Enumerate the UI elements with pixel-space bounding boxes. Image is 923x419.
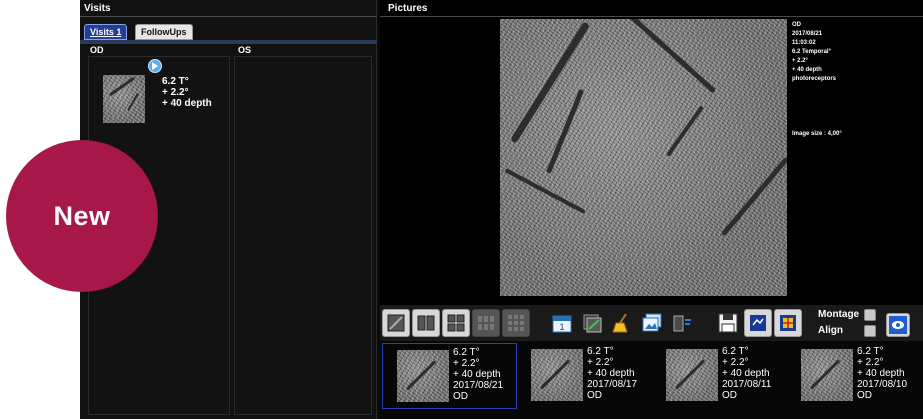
- main-retina-image[interactable]: [500, 19, 787, 296]
- od-visit-location: 6.2 T°: [162, 76, 189, 87]
- vessel-shape: [539, 359, 571, 390]
- vessel-shape: [720, 156, 787, 237]
- strip-eye: OD: [857, 390, 872, 401]
- report-icon[interactable]: [774, 309, 802, 337]
- strip-vertical: + 2.2°: [587, 357, 614, 368]
- strip-eye: OD: [722, 390, 737, 401]
- vessel-shape: [623, 19, 717, 94]
- layers-icon[interactable]: [578, 309, 606, 337]
- visits-title: Visits: [84, 3, 111, 14]
- strip-depth: + 40 depth: [453, 369, 501, 380]
- strip-date: 2017/08/21: [453, 380, 504, 391]
- pictures-toolbar: 1 Montage Align: [380, 305, 923, 341]
- pictures-title: Pictures: [388, 3, 428, 14]
- svg-text:1: 1: [559, 322, 564, 332]
- view-single-button[interactable]: [382, 309, 410, 337]
- strip-thumbnail: [666, 349, 718, 401]
- strip-thumbnail: [801, 349, 853, 401]
- new-badge: New: [6, 140, 158, 292]
- meta-eye: OD: [792, 22, 801, 28]
- tab-visits-1[interactable]: Visits 1: [84, 24, 128, 40]
- meta-location: 6.2 Temporal°: [792, 49, 831, 55]
- image-metadata: OD 2017/08/21 11:03:02 6.2 Temporal° + 2…: [792, 21, 836, 84]
- strip-item-info: 6.2 T° + 2.2° + 40 depth 2017/08/11 OD: [722, 346, 771, 401]
- strip-date: 2017/08/11: [722, 379, 772, 390]
- strip-depth: + 40 depth: [722, 368, 770, 379]
- vessel-shape: [545, 88, 585, 175]
- compare-icon[interactable]: [668, 309, 696, 337]
- strip-thumbnail: [531, 349, 583, 401]
- app-window: Visits Visits 1 FollowUps OD OS 6.2 T° +…: [80, 0, 923, 419]
- save-icon[interactable]: [714, 309, 742, 337]
- vessel-shape: [509, 21, 591, 144]
- calendar-icon[interactable]: 1: [548, 309, 576, 337]
- strip-eye: OD: [587, 390, 602, 401]
- tabs-underline: [80, 40, 377, 44]
- strip-item-1[interactable]: 6.2 T° + 2.2° + 40 depth 2017/08/21 OD: [382, 343, 517, 409]
- strip-vertical: + 2.2°: [453, 358, 480, 369]
- pictures-panel: Pictures OD 2017/08/21 11:03:02 6.2 Temp…: [380, 0, 923, 419]
- vessel-shape: [809, 359, 841, 390]
- image-size-label: Image size : 4,00°: [792, 131, 842, 137]
- meta-depth: + 40 depth: [792, 67, 822, 73]
- thumbnail-strip: 6.2 T° + 2.2° + 40 depth 2017/08/21 OD 6…: [380, 341, 923, 419]
- montage-toggle[interactable]: [864, 309, 876, 321]
- strip-thumbnail: [397, 350, 449, 402]
- flag-icon[interactable]: [147, 58, 163, 74]
- view-two-button[interactable]: [412, 309, 440, 337]
- strip-date: 2017/08/10: [857, 379, 908, 390]
- strip-item-info: 6.2 T° + 2.2° + 40 depth 2017/08/21 OD: [453, 347, 503, 402]
- strip-depth: + 40 depth: [587, 368, 635, 379]
- view-six-button[interactable]: [472, 309, 500, 337]
- strip-vertical: + 2.2°: [722, 357, 749, 368]
- vessel-shape: [666, 105, 704, 157]
- vessel-shape: [674, 359, 706, 390]
- strip-vertical: + 2.2°: [857, 357, 884, 368]
- strip-location: 6.2 T°: [857, 346, 884, 357]
- od-visit-vertical: + 2.2°: [162, 87, 189, 98]
- align-toggle[interactable]: [864, 325, 876, 337]
- strip-item-4[interactable]: 6.2 T° + 2.2° + 40 depth 2017/08/10 OD: [787, 343, 922, 409]
- strip-eye: OD: [453, 391, 468, 402]
- meta-time: 11:03:02: [792, 40, 816, 46]
- strip-item-2[interactable]: 6.2 T° + 2.2° + 40 depth 2017/08/17 OD: [517, 343, 652, 409]
- os-column: [234, 56, 372, 415]
- strip-date: 2017/08/17: [587, 379, 638, 390]
- strip-item-info: 6.2 T° + 2.2° + 40 depth 2017/08/10 OD: [857, 346, 907, 401]
- strip-location: 6.2 T°: [722, 346, 749, 357]
- view-four-button[interactable]: [442, 309, 470, 337]
- montage-label: Montage: [818, 309, 860, 320]
- meta-vertical: + 2.2°: [792, 58, 808, 64]
- vessel-shape: [127, 92, 139, 112]
- strip-depth: + 40 depth: [857, 368, 905, 379]
- od-visit-info: 6.2 T° + 2.2° + 40 depth: [162, 76, 212, 109]
- vessel-shape: [108, 76, 136, 97]
- eye-view-button[interactable]: [886, 313, 910, 337]
- od-visit-depth: + 40 depth: [162, 98, 212, 109]
- strip-item-3[interactable]: 6.2 T° + 2.2° + 40 depth 2017/08/11 OD: [652, 343, 787, 409]
- vessel-shape: [504, 168, 586, 214]
- align-label: Align: [818, 325, 843, 336]
- strip-location: 6.2 T°: [587, 346, 614, 357]
- gallery-icon[interactable]: [638, 309, 666, 337]
- view-nine-button[interactable]: [502, 309, 530, 337]
- tab-followups[interactable]: FollowUps: [135, 24, 193, 40]
- od-column-header: OD: [90, 45, 104, 55]
- pictures-header-divider: [380, 16, 923, 17]
- od-visit-thumbnail[interactable]: [103, 75, 145, 123]
- strip-location: 6.2 T°: [453, 347, 480, 358]
- export-icon[interactable]: [744, 309, 772, 337]
- meta-layer: photoreceptors: [792, 76, 837, 82]
- meta-date: 2017/08/21: [792, 31, 823, 37]
- broom-icon[interactable]: [608, 309, 636, 337]
- strip-item-info: 6.2 T° + 2.2° + 40 depth 2017/08/17 OD: [587, 346, 637, 401]
- visits-header-divider: [80, 16, 377, 17]
- os-column-header: OS: [238, 45, 252, 55]
- vessel-shape: [405, 360, 437, 391]
